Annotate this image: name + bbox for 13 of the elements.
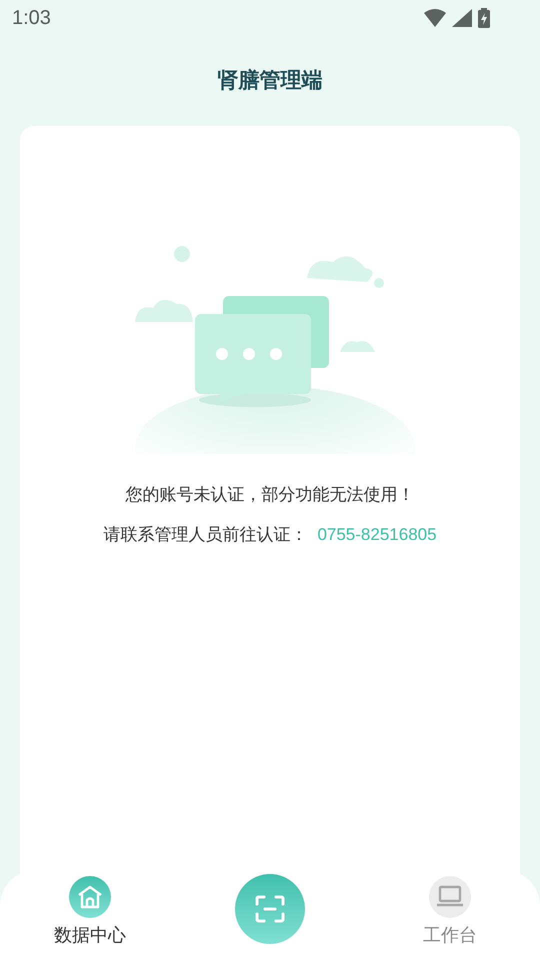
battery-icon (478, 8, 490, 28)
nav-tab[interactable]: 数据中心 (54, 876, 126, 949)
signal-icon (452, 9, 472, 27)
status-time: 1:03 (12, 6, 51, 31)
page-title: 肾膳管理端 (218, 68, 322, 94)
laptop-icon (436, 885, 464, 909)
house-icon (77, 884, 103, 910)
nav-tab[interactable]: 工作台 (423, 876, 477, 949)
contact-label: 请联系管理人员前往认证： (103, 524, 308, 546)
wifi-icon (424, 9, 446, 27)
scan-icon (255, 895, 285, 923)
phone-link[interactable]: 0755-82516805 (317, 522, 437, 547)
unverified-message: 您的账号未认证，部分功能无法使用！ (126, 484, 414, 506)
